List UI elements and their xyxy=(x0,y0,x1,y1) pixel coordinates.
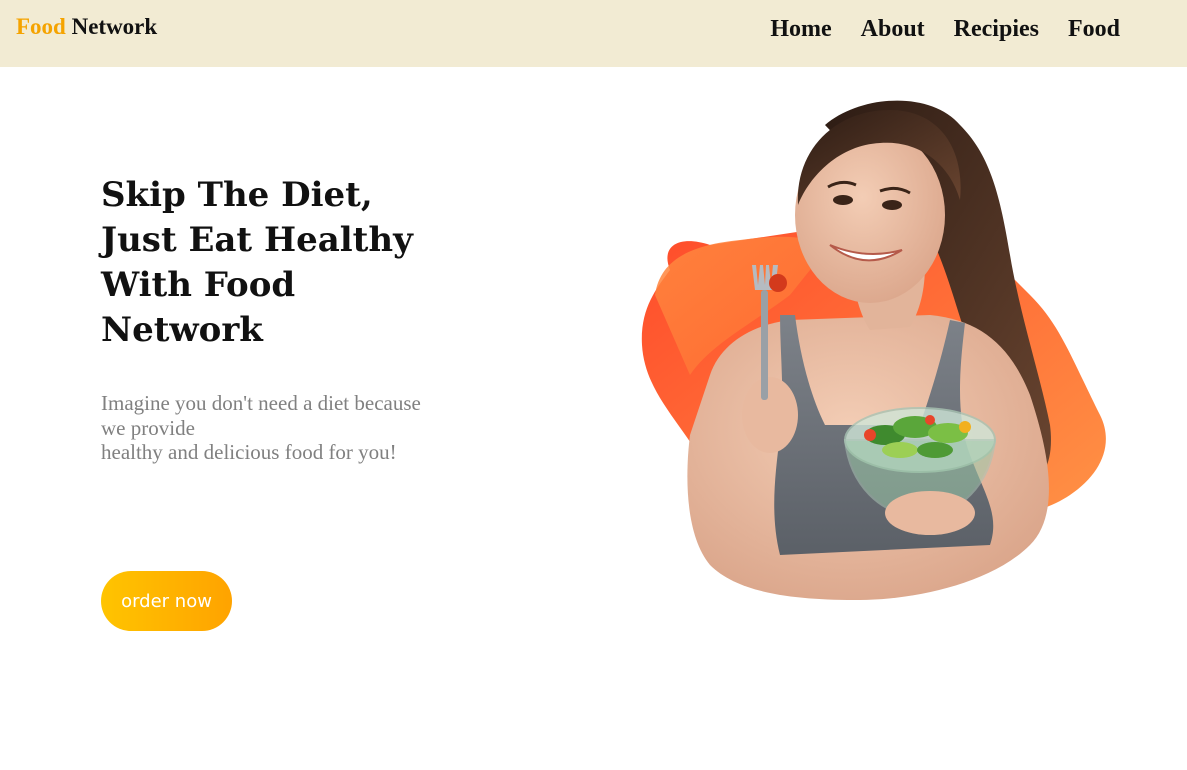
nav-link-home[interactable]: Home xyxy=(770,16,831,43)
right-hand xyxy=(885,491,975,535)
hero-title-line: With Food xyxy=(101,265,296,305)
fork-handle xyxy=(761,290,768,400)
brand-accent-word: Food xyxy=(16,14,66,39)
hero-title-line: Skip The Diet, xyxy=(101,175,373,215)
brand-logo[interactable]: Food Network xyxy=(16,14,157,40)
hero-image xyxy=(630,95,1120,605)
right-eye xyxy=(882,200,902,210)
left-hand xyxy=(742,377,798,453)
tomato-on-fork xyxy=(769,274,787,292)
hero-title-line: Just Eat Healthy xyxy=(101,220,413,260)
left-eye xyxy=(833,195,853,205)
hero-description: Imagine you don't need a diet because we… xyxy=(101,391,461,465)
hero-description-line: healthy and delicious food for you! xyxy=(101,440,397,464)
order-now-button[interactable]: order now xyxy=(101,571,232,631)
hero-description-line: Imagine you don't need a diet because xyxy=(101,391,421,415)
hero-title-line: Network xyxy=(101,310,263,350)
nav-link-recipies[interactable]: Recipies xyxy=(954,16,1039,43)
nav-link-about[interactable]: About xyxy=(861,16,925,43)
hero-description-line: we provide xyxy=(101,415,195,440)
brand-rest-word: Network xyxy=(65,14,158,39)
nav-link-food[interactable]: Food xyxy=(1068,16,1120,43)
woman-eating-salad-illustration xyxy=(641,100,1106,600)
navbar: Food Network Home About Recipies Food xyxy=(0,0,1187,67)
nav-menu: Home About Recipies Food xyxy=(770,16,1120,43)
hero-title: Skip The Diet, Just Eat Healthy With Foo… xyxy=(101,173,431,353)
